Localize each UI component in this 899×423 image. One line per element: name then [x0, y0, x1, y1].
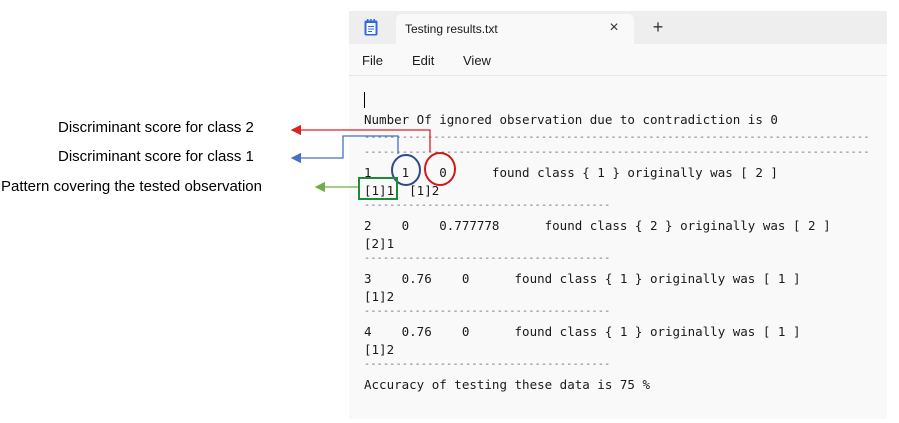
footer-line: Accuracy of testing these data is 75 % [364, 377, 650, 392]
separator-line: --------------------------------------- [364, 306, 611, 317]
record-line: 3 0.76 0 found class { 1 } originally wa… [364, 271, 801, 286]
menu-file[interactable]: File [362, 53, 383, 68]
tab-testing-results[interactable]: Testing results.txt × [396, 14, 634, 44]
separator-line: --------------------------------------- [364, 200, 611, 211]
tab-title: Testing results.txt [405, 22, 498, 36]
separator-line: --------------------------------------- [364, 359, 611, 370]
notepad-window: Testing results.txt × + File Edit View N… [349, 11, 887, 419]
notepad-icon [364, 19, 378, 36]
new-tab-button[interactable]: + [649, 18, 667, 36]
pattern-line: [1]2 [364, 342, 395, 357]
menu-bar: File Edit View [349, 44, 887, 76]
separator-line: --------------------------------------- [364, 253, 611, 264]
header-line: Number Of ignored observation due to con… [364, 112, 778, 127]
record-line: 4 0.76 0 found class { 1 } originally wa… [364, 324, 801, 339]
close-icon[interactable]: × [606, 20, 622, 36]
separator-line: ----------------------------------------… [364, 132, 870, 143]
annotation-class1-label: Discriminant score for class 1 [58, 148, 254, 165]
annotation-pattern-label: Pattern covering the tested observation [1, 178, 262, 195]
text-caret [364, 92, 365, 108]
text-editor[interactable]: Number Of ignored observation due to con… [349, 77, 887, 419]
separator-line: ----------------------------------------… [364, 147, 870, 158]
pattern-line: [1]1 [1]2 [364, 183, 440, 198]
record-line: 2 0 0.777778 found class { 2 } originall… [364, 218, 831, 233]
pattern-line: [1]2 [364, 289, 395, 304]
menu-edit[interactable]: Edit [412, 53, 434, 68]
record-line: 1 1 0 found class { 1 } originally was [… [364, 165, 778, 180]
annotation-class2-label: Discriminant score for class 2 [58, 119, 254, 136]
title-bar: Testing results.txt × + [349, 11, 887, 44]
pattern-line: [2]1 [364, 236, 395, 251]
menu-view[interactable]: View [463, 53, 491, 68]
